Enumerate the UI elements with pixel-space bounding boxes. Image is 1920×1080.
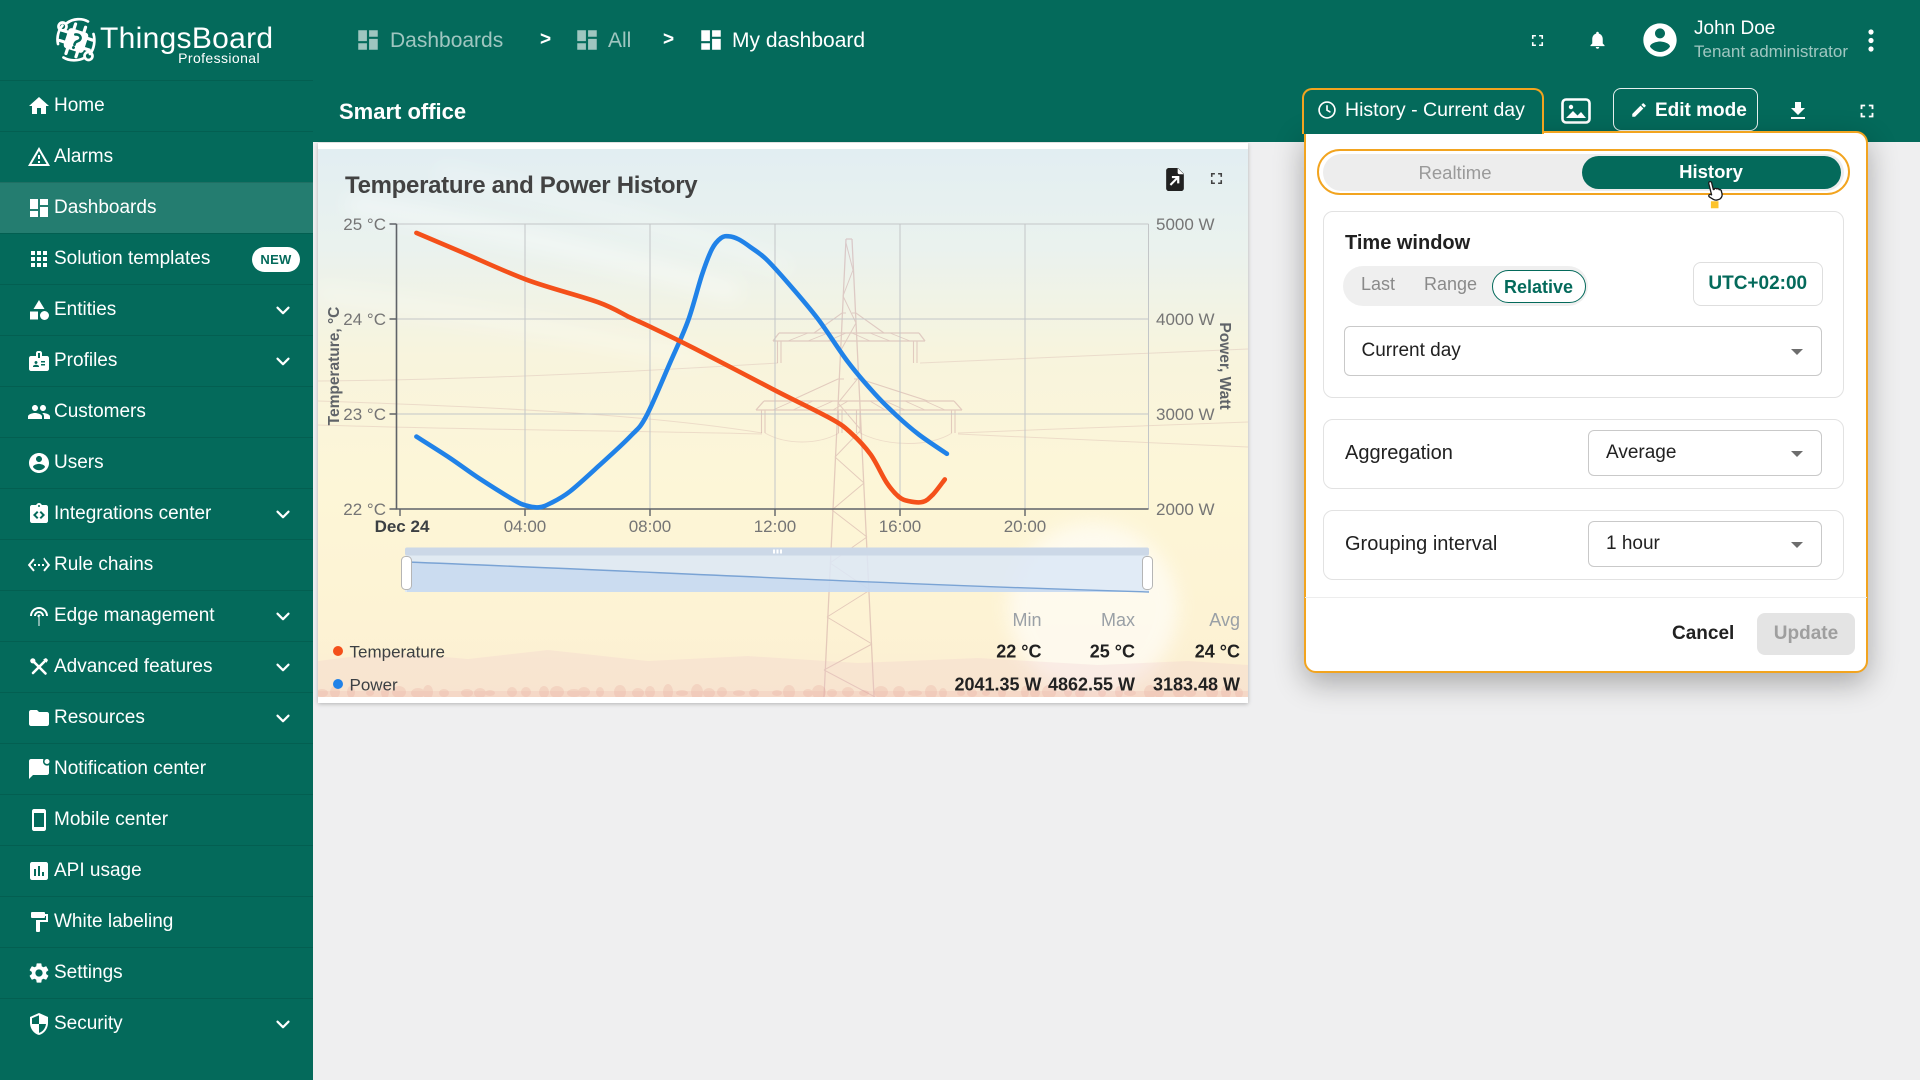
svg-text:3183.48 W: 3183.48 W (1153, 675, 1240, 695)
svg-text:20:00: 20:00 (1004, 517, 1047, 536)
svg-text:Dec 24: Dec 24 (375, 517, 430, 536)
svg-text:12:00: 12:00 (754, 517, 797, 536)
svg-text:23 °C: 23 °C (343, 405, 386, 424)
svg-text:Power: Power (350, 676, 399, 695)
svg-text:Temperature, °C: Temperature, °C (326, 307, 343, 426)
svg-text:3000 W: 3000 W (1156, 405, 1215, 424)
svg-text:Power, Watt: Power, Watt (1216, 322, 1233, 409)
svg-text:24 °C: 24 °C (343, 310, 386, 329)
svg-text:04:00: 04:00 (504, 517, 547, 536)
svg-text:4862.55 W: 4862.55 W (1048, 675, 1135, 695)
svg-text:Max: Max (1101, 610, 1135, 630)
svg-text:5000 W: 5000 W (1156, 215, 1215, 234)
svg-text:25 °C: 25 °C (343, 215, 386, 234)
svg-text:24 °C: 24 °C (1195, 642, 1240, 662)
svg-text:25 °C: 25 °C (1090, 642, 1135, 662)
svg-text:16:00: 16:00 (879, 517, 922, 536)
svg-text:2000 W: 2000 W (1156, 500, 1215, 519)
svg-text:2041.35 W: 2041.35 W (954, 675, 1041, 695)
svg-text:Temperature: Temperature (350, 643, 445, 662)
svg-text:Avg: Avg (1209, 610, 1240, 630)
svg-text:22 °C: 22 °C (996, 642, 1041, 662)
svg-text:4000 W: 4000 W (1156, 310, 1215, 329)
svg-text:Min: Min (1012, 610, 1041, 630)
svg-text:08:00: 08:00 (629, 517, 672, 536)
